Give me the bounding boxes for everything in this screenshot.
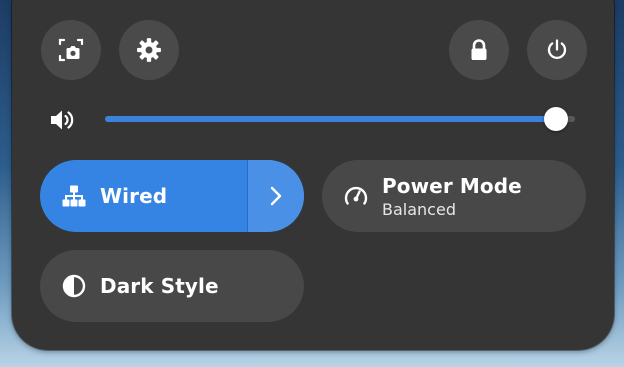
- lock-icon: [471, 39, 487, 60]
- half-circle-icon: [60, 272, 88, 300]
- camera-screenshot-icon: [58, 38, 84, 62]
- power-icon: [547, 39, 567, 59]
- wired-toggle[interactable]: Wired: [40, 160, 304, 232]
- lock-button[interactable]: [449, 20, 509, 80]
- dark-style-toggle[interactable]: Dark Style: [40, 250, 304, 322]
- power-mode-label: Power Mode: [382, 173, 522, 198]
- network-wired-icon: [60, 182, 88, 210]
- volume-slider-fill: [105, 116, 556, 122]
- speaker-icon[interactable]: [48, 107, 76, 133]
- chevron-right-icon: [270, 186, 282, 206]
- volume-slider[interactable]: [105, 107, 575, 131]
- screenshot-button[interactable]: [41, 20, 101, 80]
- power-mode-toggle[interactable]: Power Mode Balanced: [322, 160, 586, 232]
- gear-icon: [137, 38, 161, 62]
- wired-toggle-main[interactable]: Wired: [40, 160, 246, 232]
- power-mode-sublabel: Balanced: [382, 199, 456, 219]
- settings-button[interactable]: [119, 20, 179, 80]
- volume-slider-knob[interactable]: [544, 107, 568, 131]
- dark-style-label: Dark Style: [100, 274, 219, 298]
- speedometer-icon: [342, 182, 370, 210]
- wired-toggle-label: Wired: [100, 184, 168, 208]
- wired-menu-button[interactable]: [247, 160, 304, 232]
- power-button[interactable]: [527, 20, 587, 80]
